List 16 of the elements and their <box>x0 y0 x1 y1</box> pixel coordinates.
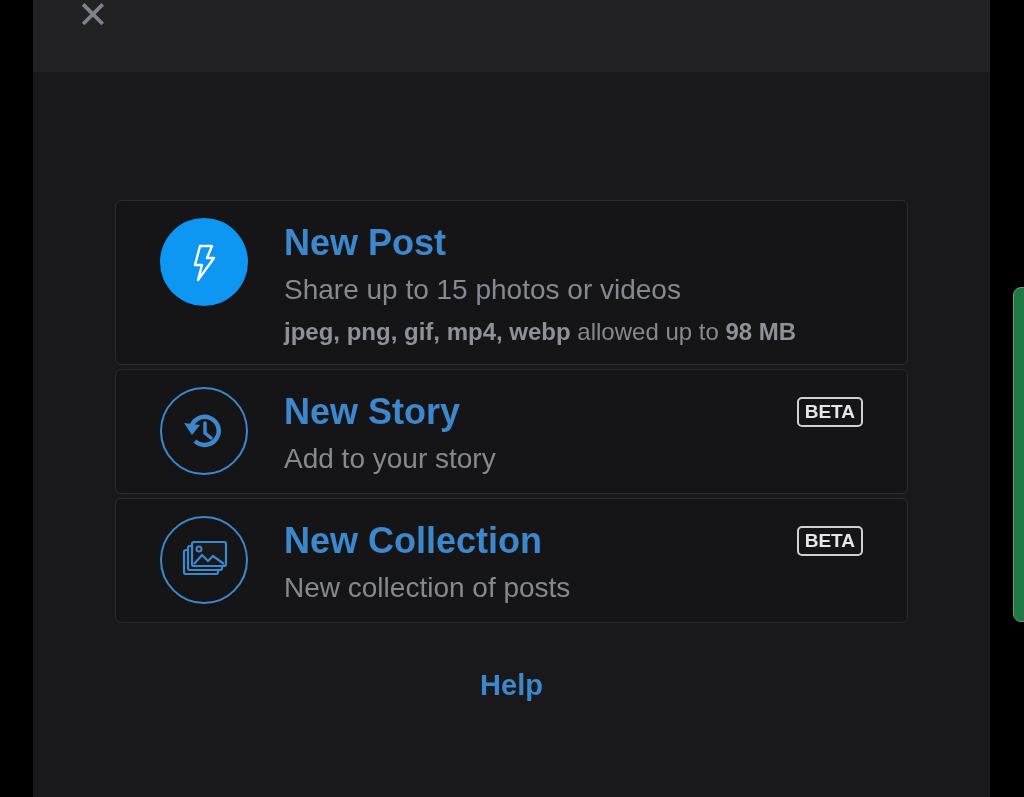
option-title: New Collection <box>284 520 543 562</box>
option-subtitle: Share up to 15 photos or videos <box>284 273 682 307</box>
option-subtitle: New collection of posts <box>284 571 572 605</box>
history-icon <box>160 387 248 475</box>
option-subtitle: Add to your story <box>284 442 497 476</box>
option-card[interactable]: New Story BETA Add to your story <box>115 369 908 494</box>
option-card[interactable]: New Post Share up to 15 photos or videos jpeg, png, gif, mp4, webp allowed up to 98 MB <box>115 200 908 365</box>
image-stack-icon <box>160 516 248 604</box>
beta-badge: BETA <box>796 526 863 556</box>
option-card[interactable]: New Collection BETA New collection of posts <box>115 498 908 623</box>
help-link[interactable]: Help <box>480 669 543 702</box>
beta-badge: BETA <box>796 397 863 427</box>
option-title: New Post <box>284 222 447 264</box>
option-title: New Story <box>284 391 461 433</box>
close-button[interactable]: ✕ <box>73 0 113 32</box>
file-limits-text: jpeg, png, gif, mp4, webp allowed up to 98 MB <box>284 317 798 347</box>
